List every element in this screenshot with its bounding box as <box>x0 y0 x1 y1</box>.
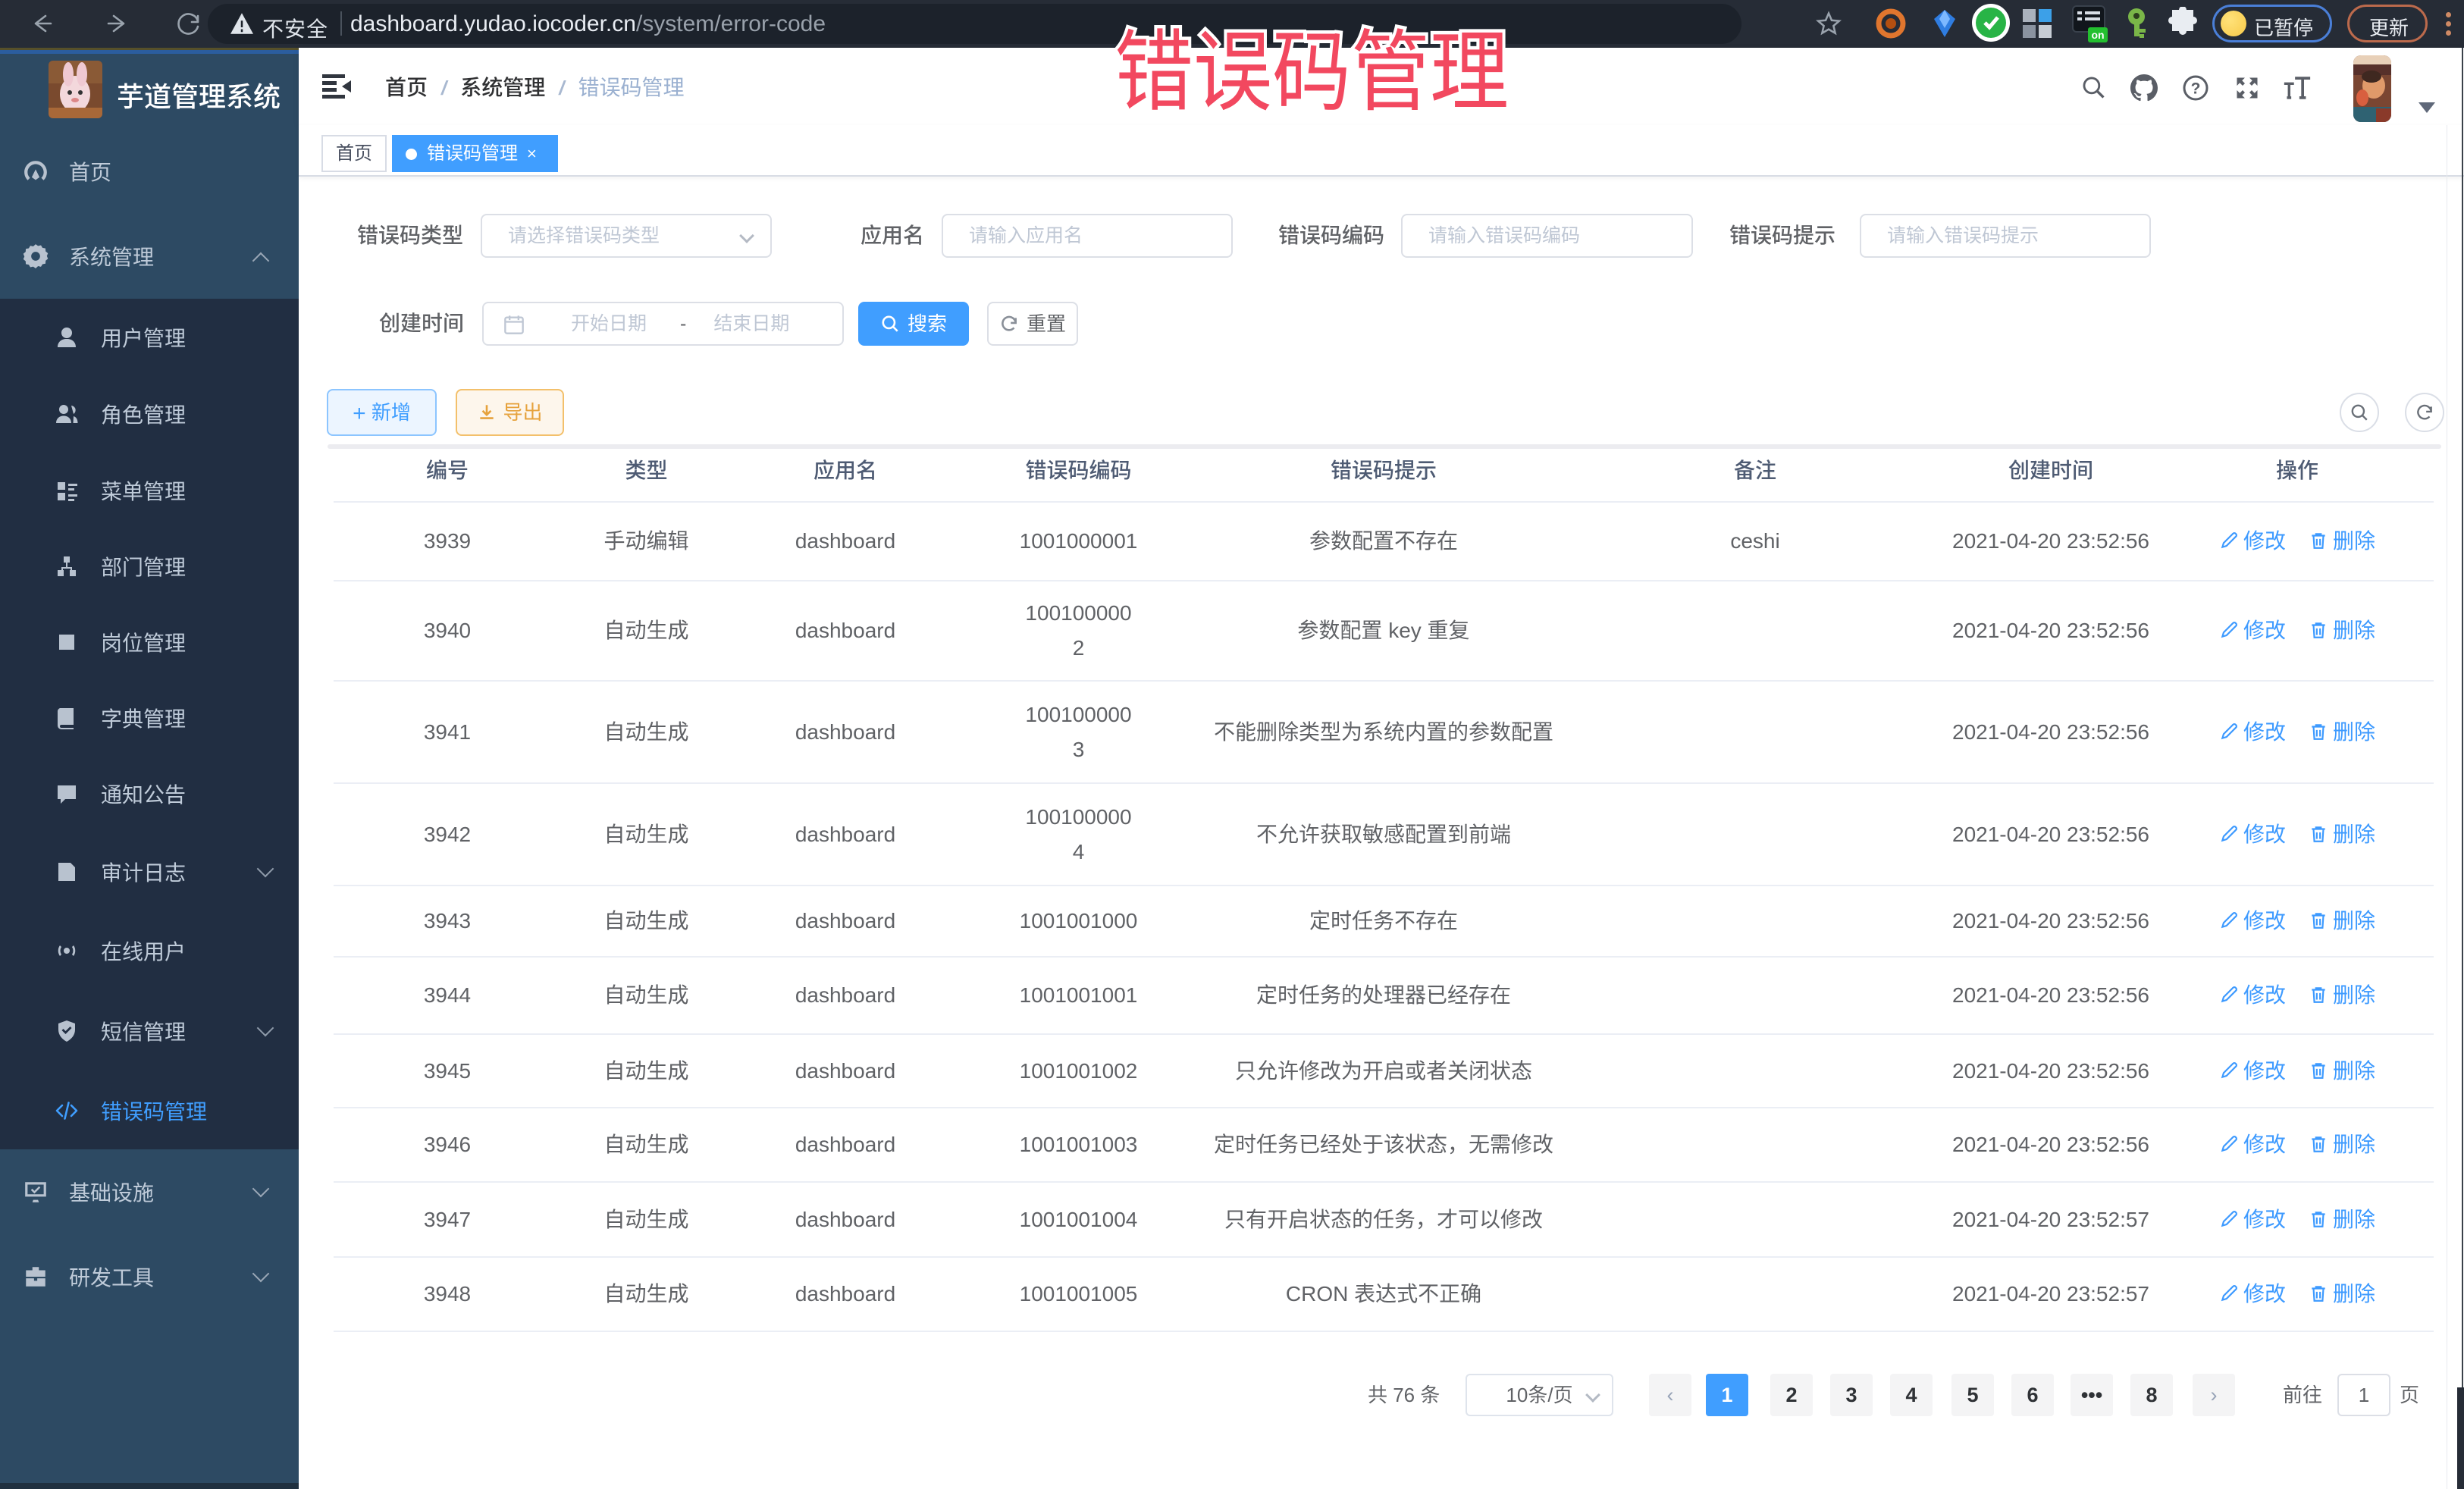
svg-text:错误码管理: 错误码管理 <box>1114 8 1509 128</box>
svg-text:on: on <box>2091 29 2104 41</box>
svg-text:?: ? <box>2191 80 2201 98</box>
